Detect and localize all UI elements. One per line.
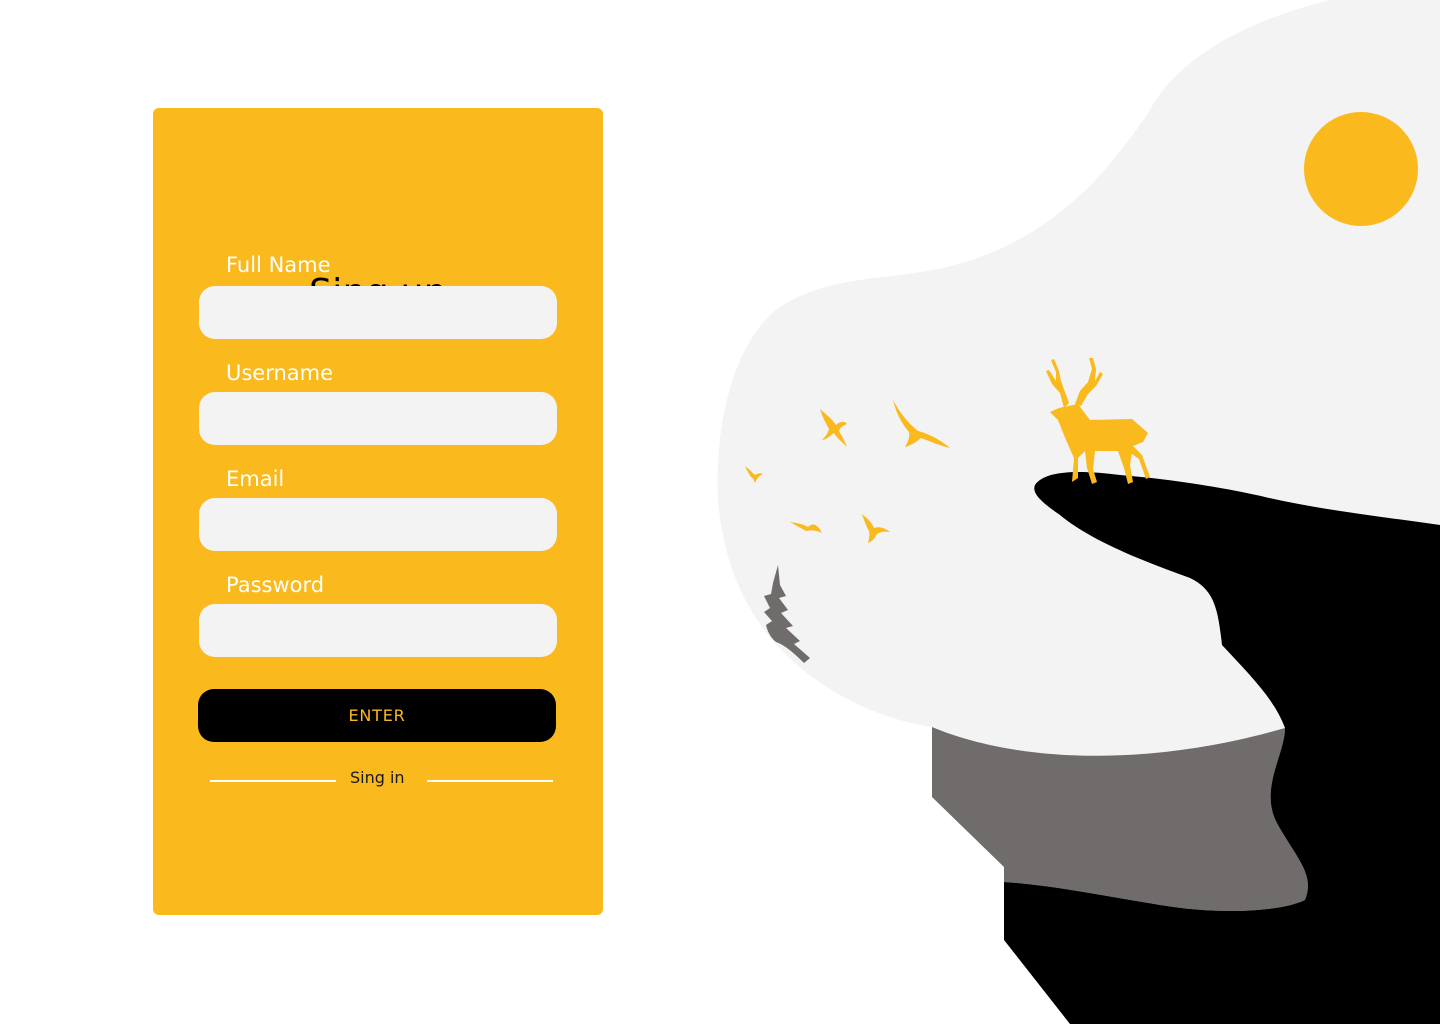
signup-card: Sing up Full Name Username Email Passwor…: [153, 108, 603, 915]
username-label: Username: [226, 361, 334, 385]
signin-link[interactable]: Sing in: [350, 770, 405, 786]
cliff-shadow: [932, 727, 1308, 912]
cliff-rock: [1004, 472, 1440, 1024]
signin-divider-right: [427, 780, 553, 782]
signin-divider-left: [210, 780, 336, 782]
bird-icon: [893, 400, 950, 448]
password-field[interactable]: [199, 604, 557, 657]
deer-icon: [1046, 358, 1150, 484]
bird-icon: [862, 514, 890, 543]
full-name-field[interactable]: [199, 286, 557, 339]
password-label: Password: [226, 573, 325, 597]
email-field[interactable]: [199, 498, 557, 551]
sun-icon: [1304, 112, 1418, 226]
bird-icon: [820, 409, 847, 447]
mist-background: [717, 0, 1440, 867]
enter-button[interactable]: ENTER: [198, 689, 556, 742]
bird-icon: [745, 466, 763, 483]
full-name-label: Full Name: [226, 253, 331, 277]
email-label: Email: [226, 467, 285, 491]
signup-page: Sing up Full Name Username Email Passwor…: [0, 0, 1440, 1024]
birds: [745, 400, 950, 543]
pine-tree-icon: [764, 565, 810, 663]
username-field[interactable]: [199, 392, 557, 445]
bird-icon: [790, 522, 822, 533]
